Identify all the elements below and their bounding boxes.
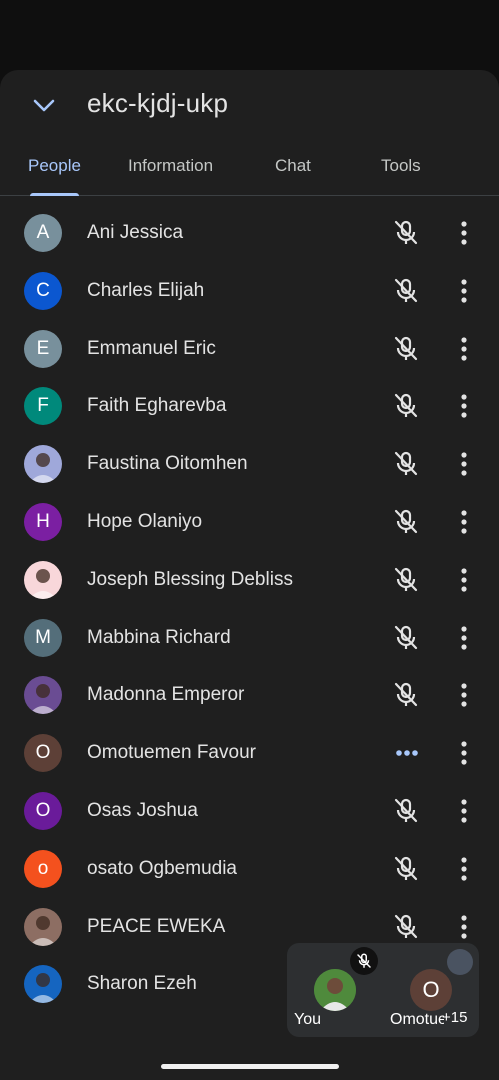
tab-information[interactable]: Information (128, 156, 213, 176)
more-participants-count: +15 (442, 1009, 468, 1026)
mic-off-icon (393, 277, 419, 305)
avatar: O (24, 734, 62, 773)
more-options-icon[interactable] (452, 508, 476, 536)
mic-off-icon (393, 913, 419, 941)
mic-off-icon (393, 681, 419, 709)
more-options-icon[interactable] (452, 335, 476, 363)
more-options-icon[interactable] (452, 913, 476, 941)
participant-row[interactable]: C Charles Elijah (0, 262, 499, 320)
self-avatar (314, 969, 356, 1011)
participant-name: Osas Joshua (87, 800, 198, 821)
participant-row[interactable]: M Mabbina Richard (0, 609, 499, 667)
avatar (24, 560, 62, 599)
participant-name: Ani Jessica (87, 222, 184, 243)
participant-row[interactable]: o osato Ogbemudia (0, 840, 499, 898)
tab-bar: People Information Chat Tools (0, 150, 499, 196)
more-options-icon[interactable] (452, 624, 476, 652)
participant-row[interactable]: A Ani Jessica (0, 204, 499, 262)
avatar: H (24, 503, 62, 541)
self-label: You (294, 1011, 321, 1028)
mic-off-icon (393, 855, 419, 883)
participant-row[interactable]: Joseph Blessing Debliss (0, 551, 499, 609)
mic-off-icon (357, 953, 371, 968)
more-options-icon[interactable] (452, 739, 476, 767)
more-options-icon[interactable] (452, 855, 476, 883)
participant-row[interactable]: E Emmanuel Eric (0, 320, 499, 378)
participant-row[interactable]: Faustina Oitomhen (0, 435, 499, 493)
meeting-code: ekc-kjdj-ukp (87, 88, 229, 118)
participant-row[interactable]: O Osas Joshua (0, 782, 499, 840)
participant-name: Emmanuel Eric (87, 337, 216, 359)
mic-off-icon (393, 450, 419, 478)
avatar: A (24, 214, 62, 252)
tab-people[interactable]: People (28, 156, 81, 176)
participant-name: Joseph Blessing Debliss (87, 568, 293, 590)
chevron-down-icon (33, 99, 55, 112)
speaking-indicator-icon (393, 739, 421, 767)
self-muted-indicator (350, 947, 378, 975)
avatar: E (24, 329, 62, 368)
mic-off-icon (393, 219, 419, 247)
participant-name: PEACE EWEKA (87, 915, 226, 937)
people-panel: ekc-kjdj-ukp People Information Chat Too… (0, 70, 499, 1080)
home-indicator[interactable] (161, 1064, 339, 1069)
mic-off-icon (393, 335, 419, 363)
mic-off-icon (393, 508, 419, 536)
mic-off-icon (393, 566, 419, 594)
avatar (24, 676, 62, 715)
participant-name: Mabbina Richard (87, 626, 231, 648)
other-avatar: O (410, 969, 452, 1011)
pip-overlay-dot (447, 949, 473, 975)
participant-row[interactable]: H Hope Olaniyo (0, 493, 499, 551)
avatar: O (24, 792, 62, 830)
participant-name: Omotuemen Favour (87, 742, 256, 764)
more-options-icon[interactable] (452, 681, 476, 709)
participant-row[interactable]: Madonna Emperor (0, 666, 499, 724)
more-options-icon[interactable] (452, 450, 476, 478)
participant-name: Madonna Emperor (87, 684, 245, 706)
avatar: o (24, 849, 62, 888)
more-options-icon[interactable] (452, 219, 476, 247)
more-options-icon[interactable] (452, 277, 476, 305)
mic-off-icon (393, 624, 419, 652)
participant-name: Hope Olaniyo (87, 511, 203, 532)
participant-row[interactable]: F Faith Egharevba (0, 377, 499, 435)
mic-off-icon (393, 797, 419, 825)
self-view-pip[interactable]: You O Omotuemen +15 (287, 943, 479, 1037)
participant-name: Faith Egharevba (87, 395, 227, 417)
collapse-button[interactable] (28, 90, 60, 122)
avatar: F (24, 387, 62, 426)
more-options-icon[interactable] (452, 797, 476, 825)
panel-header: ekc-kjdj-ukp (0, 70, 499, 142)
avatar (24, 965, 62, 1004)
tab-tools[interactable]: Tools (381, 156, 421, 176)
active-tab-indicator (30, 193, 79, 196)
more-options-icon[interactable] (452, 566, 476, 594)
participant-name: Charles Elijah (87, 279, 205, 301)
more-options-icon[interactable] (452, 392, 476, 420)
avatar: C (24, 271, 62, 310)
mic-off-icon (393, 392, 419, 420)
avatar (24, 445, 62, 484)
avatar (24, 907, 62, 946)
participant-row[interactable]: O Omotuemen Favour (0, 724, 499, 782)
other-label: Omotuemen (390, 1011, 444, 1028)
tab-chat[interactable]: Chat (275, 156, 311, 176)
participant-name: Faustina Oitomhen (87, 453, 248, 475)
participant-name: Sharon Ezeh (87, 973, 197, 995)
avatar: M (24, 618, 62, 657)
participant-name: osato Ogbemudia (87, 857, 237, 879)
